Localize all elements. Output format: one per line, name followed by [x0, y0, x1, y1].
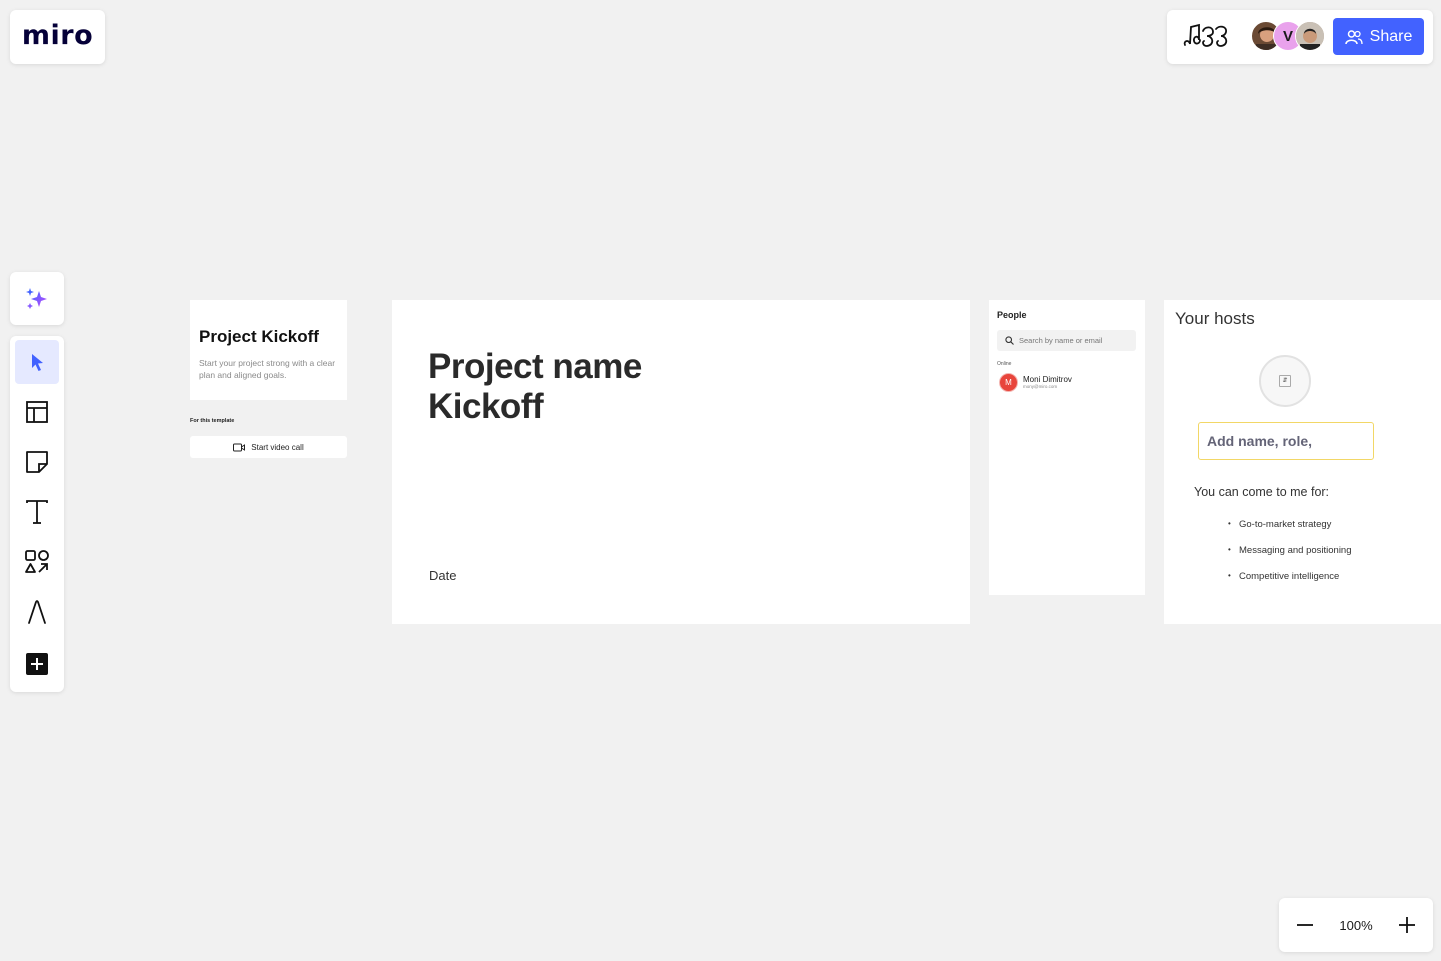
tool-bar: [10, 336, 64, 692]
select-tool[interactable]: [15, 340, 59, 384]
project-title-line2: Kickoff: [428, 387, 544, 426]
logo-panel[interactable]: miro: [10, 10, 105, 64]
pen-icon: [28, 600, 46, 624]
zoom-in-button[interactable]: [1397, 915, 1417, 935]
shapes-tool[interactable]: [15, 540, 59, 584]
come-to-me-label: You can come to me for:: [1194, 485, 1330, 499]
start-video-call-button[interactable]: Start video call: [190, 436, 347, 458]
avatar: M: [999, 373, 1018, 392]
sparkle-icon: [26, 287, 47, 309]
plus-icon: [1399, 917, 1415, 933]
users-icon: [1344, 29, 1363, 44]
host-name-input[interactable]: Add name, role,: [1198, 422, 1374, 460]
text-tool[interactable]: [15, 490, 59, 534]
host-photo-placeholder[interactable]: ⇵: [1259, 355, 1311, 407]
search-placeholder: Search by name or email: [1019, 336, 1103, 345]
sticky-note-tool[interactable]: [15, 440, 59, 484]
templates-tool[interactable]: [15, 390, 59, 434]
reaction-icon[interactable]: [1181, 23, 1231, 51]
layout-icon: [26, 401, 48, 423]
collaborator-avatars[interactable]: V: [1251, 21, 1331, 53]
online-label: Online: [997, 361, 1012, 367]
list-item: Competitive intelligence: [1228, 571, 1352, 597]
zoom-out-button[interactable]: [1295, 915, 1315, 935]
share-label: Share: [1369, 27, 1413, 45]
person-item[interactable]: M Moni Dimitrov mony@miro.com: [999, 373, 1072, 392]
image-icon: ⇵: [1279, 375, 1291, 387]
plus-square-icon: [26, 653, 48, 675]
main-frame[interactable]: Project name Kickoff Date: [392, 300, 970, 624]
avatar[interactable]: [1295, 21, 1325, 51]
people-title: People: [997, 310, 1027, 320]
pen-tool[interactable]: [15, 590, 59, 634]
video-camera-icon: [233, 443, 246, 451]
for-template-label: For this template: [190, 418, 235, 424]
share-button[interactable]: Share: [1333, 18, 1424, 55]
intro-title: Project Kickoff: [199, 327, 319, 346]
list-item: Messaging and positioning: [1228, 545, 1352, 571]
zoom-level[interactable]: 100%: [1339, 918, 1372, 933]
people-search-input[interactable]: Search by name or email: [997, 330, 1136, 351]
more-tools-button[interactable]: [15, 642, 59, 686]
project-title: Project name Kickoff: [428, 347, 642, 427]
miro-logo: miro: [21, 20, 94, 51]
search-icon: [1005, 336, 1014, 345]
intro-card[interactable]: Project Kickoff Start your project stron…: [190, 300, 347, 400]
text-icon: [26, 500, 48, 524]
intro-subtitle: Start your project strong with a clear p…: [199, 358, 336, 380]
sticky-note-icon: [26, 451, 48, 473]
ai-assist-button[interactable]: [10, 272, 64, 325]
shapes-icon: [25, 550, 49, 573]
person-name: Moni Dimitrov: [1023, 375, 1072, 384]
hosts-title: Your hosts: [1175, 309, 1255, 328]
date-label: Date: [429, 568, 457, 583]
topics-list: Go-to-market strategy Messaging and posi…: [1228, 519, 1352, 597]
project-title-line1: Project name: [428, 347, 642, 386]
minus-icon: [1297, 924, 1313, 926]
video-call-label: Start video call: [251, 442, 304, 452]
zoom-control: 100%: [1279, 898, 1433, 952]
hosts-card[interactable]: Your hosts ⇵ Add name, role, You can com…: [1164, 300, 1441, 624]
cursor-icon: [32, 354, 43, 371]
collaboration-bar: V Share: [1167, 10, 1433, 64]
person-email: mony@miro.com: [1023, 384, 1058, 389]
people-panel[interactable]: People Search by name or email Online M …: [989, 300, 1145, 595]
list-item: Go-to-market strategy: [1228, 519, 1352, 545]
